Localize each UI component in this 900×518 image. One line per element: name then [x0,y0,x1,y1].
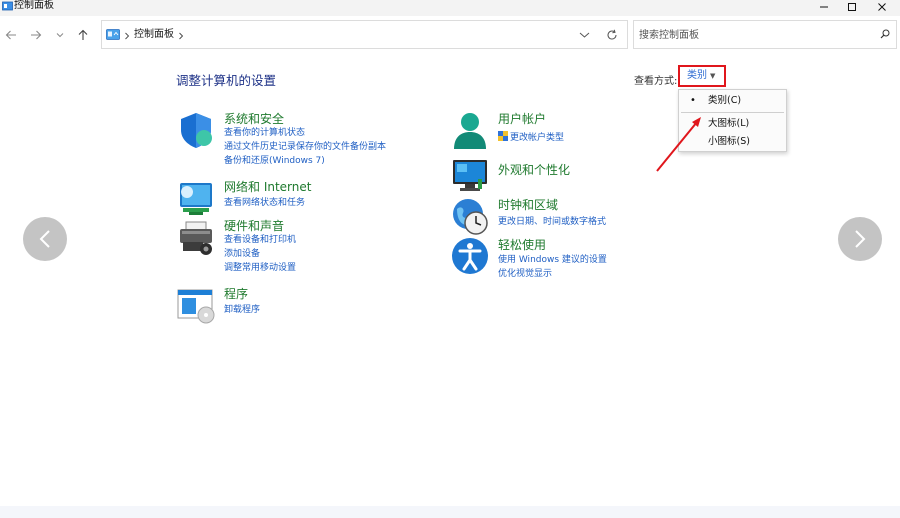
selected-bullet-icon: • [690,95,696,106]
minimize-button[interactable] [810,0,838,14]
chevron-right-icon [855,230,866,248]
arrow-right-icon [31,30,42,40]
category-title[interactable]: 时钟和区域 [498,197,558,213]
menu-item-label: 小图标(S) [708,136,750,147]
chevron-down-icon [579,32,589,38]
close-icon [878,3,886,11]
search-box[interactable] [633,20,897,49]
category-title[interactable]: 程序 [224,286,248,302]
maximize-icon [848,3,856,11]
menu-item-label: 大图标(L) [708,118,750,129]
category-hardware-sound: 硬件和声音 查看设备和打印机 添加设备 调整常用移动设置 [177,218,437,278]
category-title[interactable]: 用户帐户 [498,111,546,127]
category-user-accounts: 用户帐户 更改帐户类型 [451,111,671,151]
link-file-history[interactable]: 通过文件历史记录保存你的文件备份副本 [224,141,386,154]
link-change-account-type[interactable]: 更改帐户类型 [498,131,564,145]
search-input[interactable] [639,26,869,44]
user-icon[interactable] [451,111,489,149]
menu-item-category[interactable]: • 类别(C) [679,92,786,110]
accessibility-icon[interactable] [451,237,489,275]
printer-icon[interactable] [177,218,215,256]
carousel-next-button[interactable] [838,217,882,261]
bottom-strip [0,506,900,518]
category-title[interactable]: 外观和个性化 [498,162,570,178]
link-network-status[interactable]: 查看网络状态和任务 [224,197,305,210]
breadcrumb-control-panel[interactable]: 控制面板 [134,27,174,43]
view-by-dropdown[interactable]: 类别 ▼ [678,65,726,87]
category-system-security: 系统和安全 查看你的计算机状态 通过文件历史记录保存你的文件备份副本 备份和还原… [177,111,437,171]
forward-button[interactable] [27,26,45,44]
network-icon[interactable] [177,179,215,217]
category-programs: 程序 卸载程序 [177,286,437,324]
control-panel-icon [2,1,13,11]
refresh-icon [607,29,617,40]
arrow-up-icon [78,29,88,40]
up-button[interactable] [74,26,92,44]
category-title[interactable]: 轻松使用 [498,237,546,253]
uac-shield-icon [498,131,508,141]
recent-locations-button[interactable] [51,26,69,44]
menu-divider [681,112,784,113]
control-panel-icon [106,29,120,40]
back-button[interactable] [2,26,20,44]
link-uninstall-program[interactable]: 卸载程序 [224,304,260,317]
navigation-bar: 控制面板 [0,16,900,54]
category-appearance: 外观和个性化 [451,157,671,193]
address-bar[interactable]: 控制面板 [101,20,628,49]
title-bar: 控制面板 [0,0,900,16]
address-dropdown-button[interactable] [576,27,592,43]
view-by-value: 类别 [687,70,707,81]
close-button[interactable] [868,0,896,14]
chevron-left-icon [39,230,50,248]
menu-item-label: 类别(C) [708,95,742,106]
clock-globe-icon[interactable] [451,197,489,235]
category-title[interactable]: 系统和安全 [224,111,284,127]
search-icon[interactable] [880,29,890,39]
link-add-device[interactable]: 添加设备 [224,248,260,261]
breadcrumb-separator-icon [125,32,130,40]
link-mobility-settings[interactable]: 调整常用移动设置 [224,262,296,275]
control-panel-window: 控制面板 控制面板 搜索控制面板 调整计算机的设置 查看方式: 类别 ▼ • 类… [0,0,900,518]
category-network-internet: 网络和 Internet 查看网络状态和任务 [177,179,437,215]
link-label: 更改帐户类型 [510,133,565,143]
maximize-button[interactable] [838,0,866,14]
page-title: 调整计算机的设置 [176,73,277,88]
monitor-icon[interactable] [451,157,489,195]
link-date-time-format[interactable]: 更改日期、时间或数字格式 [498,216,606,229]
link-recommended-settings[interactable]: 使用 Windows 建议的设置 [498,254,607,267]
category-clock-region: 时钟和区域 更改日期、时间或数字格式 [451,197,671,237]
window-title: 控制面板 [14,0,54,11]
link-backup-restore[interactable]: 备份和还原(Windows 7) [224,155,325,168]
programs-icon[interactable] [177,286,215,324]
view-by-label: 查看方式: [634,76,678,87]
category-ease-of-access: 轻松使用 使用 Windows 建议的设置 优化视觉显示 [451,237,671,281]
carousel-prev-button[interactable] [23,217,67,261]
category-title[interactable]: 硬件和声音 [224,218,284,234]
arrow-left-icon [5,30,16,40]
minimize-icon [820,6,828,8]
link-view-computer-status[interactable]: 查看你的计算机状态 [224,127,305,140]
category-title[interactable]: 网络和 Internet [224,179,311,195]
caret-down-icon: ▼ [710,72,716,80]
chevron-down-icon [56,33,64,38]
shield-icon[interactable] [177,111,215,149]
link-optimize-display[interactable]: 优化视觉显示 [498,268,552,281]
link-devices-printers[interactable]: 查看设备和打印机 [224,234,296,247]
refresh-button[interactable] [604,27,620,43]
breadcrumb-separator-icon [179,32,184,40]
